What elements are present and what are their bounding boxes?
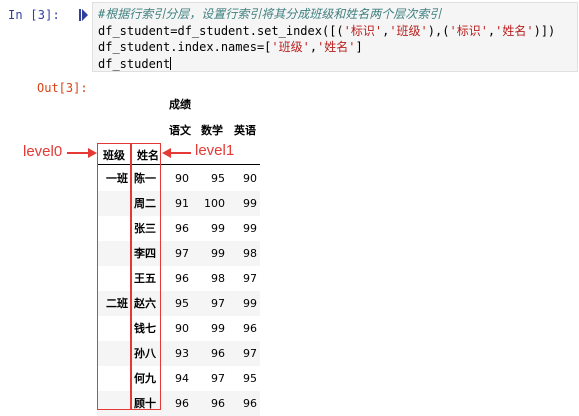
value-cell: 99 <box>243 197 257 210</box>
code-string: '班级' <box>389 23 428 38</box>
code-token: df_student <box>98 56 171 71</box>
level1-arrow-icon <box>162 148 191 158</box>
column-header: 英语 <box>234 124 256 137</box>
code-token: )]) <box>533 23 556 38</box>
value-cell: 90 <box>175 322 189 335</box>
value-cell: 95 <box>211 172 225 185</box>
code-string: '姓名' <box>317 40 356 54</box>
code-line-1: #根据行索引分层，设置行索引将其分成班级和姓名两个层次索引 <box>98 6 577 23</box>
value-cell: 99 <box>243 222 257 235</box>
value-cell: 94 <box>175 372 189 385</box>
code-token: df_student.index.names=[ <box>98 40 272 54</box>
column-header: 语文 <box>169 124 191 137</box>
code-line-3: df_student.index.names=['班级','姓名'] <box>98 39 577 56</box>
level1-annotation: level1 <box>195 142 235 159</box>
level0-arrow-icon <box>67 148 97 158</box>
level1-highlight-box <box>131 143 161 410</box>
run-cell-icon[interactable] <box>79 9 88 21</box>
value-cell: 100 <box>204 197 225 210</box>
level0-highlight-box <box>97 143 131 410</box>
code-editor[interactable]: #根据行索引分层，设置行索引将其分成班级和姓名两个层次索引 df_student… <box>92 2 578 72</box>
code-comment: #根据行索引分层，设置行索引将其分成班级和姓名两个层次索引 <box>98 7 442 21</box>
code-string: '标识' <box>449 23 488 38</box>
code-token: , <box>309 40 318 54</box>
code-token: ),( <box>427 23 450 38</box>
value-cell: 96 <box>211 397 225 410</box>
value-cell: 90 <box>243 172 257 185</box>
code-line-2: df_student=df_student.set_index([('标识','… <box>98 23 577 40</box>
value-cell: 96 <box>175 397 189 410</box>
level0-annotation: level0 <box>23 143 63 160</box>
value-cell: 96 <box>243 397 257 410</box>
value-cell: 99 <box>211 247 225 260</box>
value-cell: 97 <box>211 372 225 385</box>
value-cell: 96 <box>211 347 225 360</box>
code-string: '姓名' <box>495 23 534 38</box>
value-cell: 96 <box>175 222 189 235</box>
value-cell: 96 <box>175 272 189 285</box>
value-cell: 97 <box>243 272 257 285</box>
output-prompt: Out[3]: <box>37 81 88 95</box>
value-cell: 98 <box>211 272 225 285</box>
code-line-4: df_student <box>98 56 577 73</box>
value-cell: 99 <box>211 322 225 335</box>
column-group-header: 成绩 <box>169 98 191 111</box>
value-cell: 95 <box>243 372 257 385</box>
value-cell: 97 <box>211 297 225 310</box>
value-cell: 96 <box>243 322 257 335</box>
value-cell: 97 <box>175 247 189 260</box>
value-cell: 95 <box>175 297 189 310</box>
value-cell: 99 <box>211 222 225 235</box>
value-cell: 99 <box>243 297 257 310</box>
value-cell: 91 <box>175 197 189 210</box>
value-cell: 97 <box>243 347 257 360</box>
value-cell: 90 <box>175 172 189 185</box>
code-string: '标识' <box>343 23 383 38</box>
value-cell: 93 <box>175 347 189 360</box>
code-token: df_student=df_student.set_index([( <box>98 23 344 38</box>
value-cell: 98 <box>243 247 257 260</box>
text-cursor <box>170 56 172 70</box>
input-prompt: In [3]: <box>8 8 60 22</box>
column-header: 数学 <box>201 124 223 137</box>
code-token: ] <box>355 40 363 54</box>
code-string: '班级' <box>271 40 310 54</box>
